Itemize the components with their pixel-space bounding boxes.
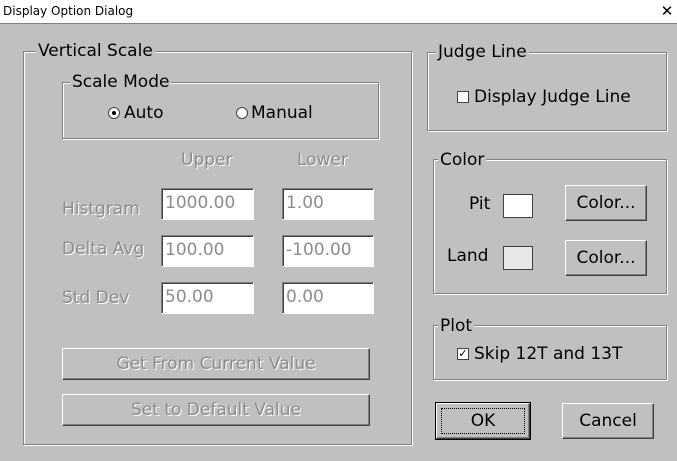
- pit-color-button[interactable]: Color...: [565, 185, 647, 221]
- pit-label: Pit: [469, 194, 491, 214]
- scale-mode-legend: Scale Mode: [70, 72, 172, 92]
- plot-legend: Plot: [438, 316, 475, 336]
- focus-rect: [441, 408, 525, 434]
- cancel-button[interactable]: Cancel: [562, 403, 654, 439]
- std-dev-upper-input[interactable]: 50.00: [161, 282, 254, 314]
- vertical-scale-legend: Vertical Scale: [36, 41, 155, 61]
- manual-radio-label[interactable]: Manual: [251, 103, 313, 123]
- upper-column-header: Upper: [181, 150, 233, 170]
- dialog-client: Vertical Scale Scale Mode Auto Manual Up…: [0, 24, 677, 461]
- display-judge-line-label[interactable]: Display Judge Line: [474, 87, 631, 107]
- close-icon[interactable]: ✕: [659, 2, 675, 20]
- auto-radio[interactable]: [108, 107, 120, 119]
- std-dev-lower-input[interactable]: 0.00: [282, 282, 374, 314]
- lower-column-header: Lower: [297, 150, 348, 170]
- title-bar: Display Option Dialog ✕: [0, 0, 677, 24]
- land-color-swatch: [503, 246, 533, 270]
- delta-avg-lower-input[interactable]: -100.00: [282, 235, 374, 267]
- display-judge-line-checkbox[interactable]: [457, 91, 469, 103]
- std-dev-label: Std Dev: [62, 288, 130, 308]
- skip-12t-13t-label[interactable]: Skip 12T and 13T: [474, 344, 622, 364]
- land-color-button[interactable]: Color...: [565, 240, 647, 276]
- window-title: Display Option Dialog: [3, 4, 134, 18]
- skip-12t-13t-checkbox[interactable]: ✓: [457, 348, 469, 360]
- histgram-label: Histgram: [62, 199, 140, 219]
- judge-line-legend: Judge Line: [436, 42, 529, 62]
- color-legend: Color: [438, 150, 487, 170]
- histgram-upper-input[interactable]: 1000.00: [161, 188, 254, 220]
- delta-avg-upper-input[interactable]: 100.00: [161, 235, 254, 267]
- manual-radio[interactable]: [236, 107, 248, 119]
- ok-button[interactable]: OK: [435, 402, 531, 440]
- set-to-default-value-button[interactable]: Set to Default Value: [62, 394, 370, 426]
- auto-radio-label[interactable]: Auto: [124, 103, 163, 123]
- land-label: Land: [447, 246, 489, 266]
- get-from-current-value-button[interactable]: Get From Current Value: [62, 348, 370, 380]
- histgram-lower-input[interactable]: 1.00: [282, 188, 374, 220]
- delta-avg-label: Delta Avg: [62, 239, 145, 259]
- pit-color-swatch: [503, 194, 533, 218]
